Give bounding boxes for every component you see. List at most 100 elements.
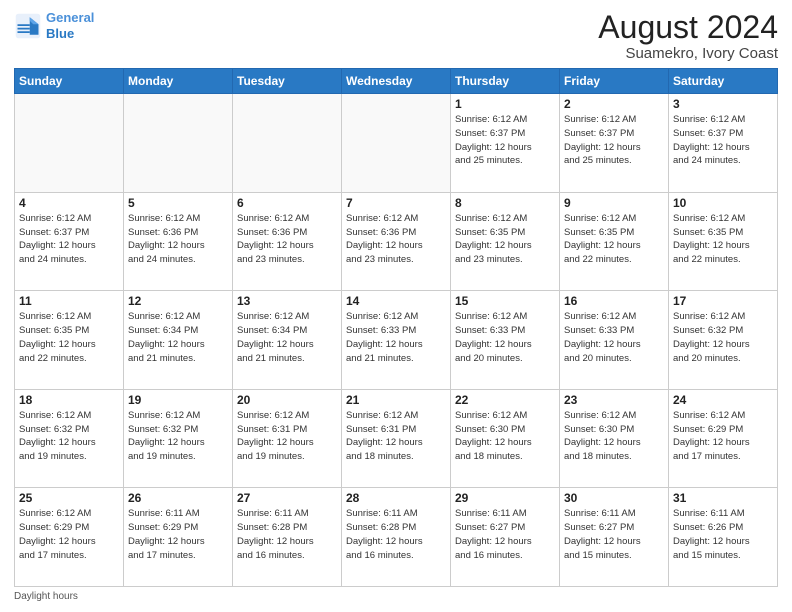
day-number: 27 <box>237 491 337 505</box>
calendar-cell: 27 Sunrise: 6:11 AM Sunset: 6:28 PM Dayli… <box>233 488 342 587</box>
day-number: 22 <box>455 393 555 407</box>
calendar-cell: 30 Sunrise: 6:11 AM Sunset: 6:27 PM Dayli… <box>560 488 669 587</box>
day-header-saturday: Saturday <box>669 69 778 94</box>
logo-text: General Blue <box>46 10 94 41</box>
calendar-cell: 19Sunrise: 6:12 AM Sunset: 6:32 PM Dayli… <box>124 389 233 488</box>
day-number: 15 <box>455 294 555 308</box>
calendar-cell <box>15 94 124 193</box>
day-header-thursday: Thursday <box>451 69 560 94</box>
day-info: Sunrise: 6:12 AM Sunset: 6:34 PM Dayligh… <box>128 310 228 365</box>
day-number: 31 <box>673 491 773 505</box>
week-row-1: 1 Sunrise: 6:12 AM Sunset: 6:37 PM Daylig… <box>15 94 778 193</box>
calendar-cell: 3 Sunrise: 6:12 AM Sunset: 6:37 PM Daylig… <box>669 94 778 193</box>
calendar-cell <box>233 94 342 193</box>
day-number: 5 <box>128 196 228 210</box>
day-number: 29 <box>455 491 555 505</box>
logo-line2: Blue <box>46 26 74 41</box>
day-header-monday: Monday <box>124 69 233 94</box>
calendar-cell: 11 Sunrise: 6:12 AM Sunset: 6:35 PM Dayli… <box>15 291 124 390</box>
day-info: Sunrise: 6:11 AM Sunset: 6:26 PM Dayligh… <box>673 507 773 562</box>
day-info: Sunrise: 6:12 AM Sunset: 6:35 PM Dayligh… <box>19 310 119 365</box>
day-number: 4 <box>19 196 119 210</box>
calendar-cell: 20 Sunrise: 6:12 AM Sunset: 6:31 PM Dayli… <box>233 389 342 488</box>
calendar-cell: 9Sunrise: 6:12 AM Sunset: 6:35 PM Daylig… <box>560 192 669 291</box>
daylight-hours-label: Daylight hours <box>14 591 78 602</box>
day-info: Sunrise: 6:12 AM Sunset: 6:35 PM Dayligh… <box>673 212 773 267</box>
calendar-cell <box>124 94 233 193</box>
day-info: Sunrise: 6:12 AM Sunset: 6:29 PM Dayligh… <box>19 507 119 562</box>
footer-note: Daylight hours <box>14 591 778 602</box>
page: General Blue August 2024 Suamekro, Ivory… <box>0 0 792 612</box>
logo: General Blue <box>14 10 94 41</box>
day-info: Sunrise: 6:12 AM Sunset: 6:33 PM Dayligh… <box>346 310 446 365</box>
day-info: Sunrise: 6:12 AM Sunset: 6:37 PM Dayligh… <box>673 113 773 168</box>
day-info: Sunrise: 6:12 AM Sunset: 6:37 PM Dayligh… <box>455 113 555 168</box>
week-row-3: 11 Sunrise: 6:12 AM Sunset: 6:35 PM Dayli… <box>15 291 778 390</box>
day-number: 10 <box>673 196 773 210</box>
day-number: 17 <box>673 294 773 308</box>
day-info: Sunrise: 6:12 AM Sunset: 6:35 PM Dayligh… <box>455 212 555 267</box>
day-number: 23 <box>564 393 664 407</box>
calendar-cell: 2 Sunrise: 6:12 AM Sunset: 6:37 PM Daylig… <box>560 94 669 193</box>
day-info: Sunrise: 6:12 AM Sunset: 6:31 PM Dayligh… <box>346 409 446 464</box>
calendar-cell: 16Sunrise: 6:12 AM Sunset: 6:33 PM Dayli… <box>560 291 669 390</box>
day-info: Sunrise: 6:12 AM Sunset: 6:37 PM Dayligh… <box>19 212 119 267</box>
day-header-tuesday: Tuesday <box>233 69 342 94</box>
calendar-cell: 12 Sunrise: 6:12 AM Sunset: 6:34 PM Dayli… <box>124 291 233 390</box>
day-info: Sunrise: 6:12 AM Sunset: 6:31 PM Dayligh… <box>237 409 337 464</box>
calendar-cell: 6Sunrise: 6:12 AM Sunset: 6:36 PM Daylig… <box>233 192 342 291</box>
day-info: Sunrise: 6:11 AM Sunset: 6:27 PM Dayligh… <box>564 507 664 562</box>
calendar-cell: 18Sunrise: 6:12 AM Sunset: 6:32 PM Dayli… <box>15 389 124 488</box>
day-number: 12 <box>128 294 228 308</box>
day-info: Sunrise: 6:11 AM Sunset: 6:27 PM Dayligh… <box>455 507 555 562</box>
day-info: Sunrise: 6:11 AM Sunset: 6:28 PM Dayligh… <box>237 507 337 562</box>
day-info: Sunrise: 6:11 AM Sunset: 6:28 PM Dayligh… <box>346 507 446 562</box>
day-number: 16 <box>564 294 664 308</box>
calendar-cell: 29 Sunrise: 6:11 AM Sunset: 6:27 PM Dayli… <box>451 488 560 587</box>
day-info: Sunrise: 6:12 AM Sunset: 6:36 PM Dayligh… <box>128 212 228 267</box>
day-info: Sunrise: 6:12 AM Sunset: 6:34 PM Dayligh… <box>237 310 337 365</box>
day-number: 21 <box>346 393 446 407</box>
day-header-sunday: Sunday <box>15 69 124 94</box>
calendar-cell: 5 Sunrise: 6:12 AM Sunset: 6:36 PM Daylig… <box>124 192 233 291</box>
day-info: Sunrise: 6:12 AM Sunset: 6:30 PM Dayligh… <box>564 409 664 464</box>
day-number: 30 <box>564 491 664 505</box>
day-info: Sunrise: 6:12 AM Sunset: 6:29 PM Dayligh… <box>673 409 773 464</box>
day-info: Sunrise: 6:12 AM Sunset: 6:37 PM Dayligh… <box>564 113 664 168</box>
day-number: 6 <box>237 196 337 210</box>
day-number: 20 <box>237 393 337 407</box>
day-number: 1 <box>455 97 555 111</box>
calendar-cell: 21 Sunrise: 6:12 AM Sunset: 6:31 PM Dayli… <box>342 389 451 488</box>
calendar-cell: 4 Sunrise: 6:12 AM Sunset: 6:37 PM Daylig… <box>15 192 124 291</box>
day-info: Sunrise: 6:12 AM Sunset: 6:33 PM Dayligh… <box>455 310 555 365</box>
week-row-5: 25Sunrise: 6:12 AM Sunset: 6:29 PM Dayli… <box>15 488 778 587</box>
calendar-cell: 8Sunrise: 6:12 AM Sunset: 6:35 PM Daylig… <box>451 192 560 291</box>
day-number: 28 <box>346 491 446 505</box>
logo-line1: General <box>46 10 94 25</box>
calendar-cell: 25Sunrise: 6:12 AM Sunset: 6:29 PM Dayli… <box>15 488 124 587</box>
day-number: 11 <box>19 294 119 308</box>
day-number: 14 <box>346 294 446 308</box>
calendar-cell: 15 Sunrise: 6:12 AM Sunset: 6:33 PM Dayli… <box>451 291 560 390</box>
day-info: Sunrise: 6:12 AM Sunset: 6:32 PM Dayligh… <box>673 310 773 365</box>
day-number: 26 <box>128 491 228 505</box>
header: General Blue August 2024 Suamekro, Ivory… <box>14 10 778 62</box>
calendar-cell: 14 Sunrise: 6:12 AM Sunset: 6:33 PM Dayli… <box>342 291 451 390</box>
day-number: 3 <box>673 97 773 111</box>
day-number: 13 <box>237 294 337 308</box>
week-row-4: 18Sunrise: 6:12 AM Sunset: 6:32 PM Dayli… <box>15 389 778 488</box>
logo-icon <box>14 12 42 40</box>
calendar-cell: 17 Sunrise: 6:12 AM Sunset: 6:32 PM Dayli… <box>669 291 778 390</box>
calendar-cell: 31 Sunrise: 6:11 AM Sunset: 6:26 PM Dayli… <box>669 488 778 587</box>
calendar-cell: 13 Sunrise: 6:12 AM Sunset: 6:34 PM Dayli… <box>233 291 342 390</box>
calendar-title: August 2024 <box>598 10 778 45</box>
calendar-cell: 23 Sunrise: 6:12 AM Sunset: 6:30 PM Dayli… <box>560 389 669 488</box>
days-header-row: SundayMondayTuesdayWednesdayThursdayFrid… <box>15 69 778 94</box>
day-number: 19 <box>128 393 228 407</box>
calendar-cell: 22Sunrise: 6:12 AM Sunset: 6:30 PM Dayli… <box>451 389 560 488</box>
calendar-cell: 24Sunrise: 6:12 AM Sunset: 6:29 PM Dayli… <box>669 389 778 488</box>
day-number: 2 <box>564 97 664 111</box>
day-header-friday: Friday <box>560 69 669 94</box>
calendar-subtitle: Suamekro, Ivory Coast <box>598 45 778 62</box>
calendar-cell: 28 Sunrise: 6:11 AM Sunset: 6:28 PM Dayli… <box>342 488 451 587</box>
